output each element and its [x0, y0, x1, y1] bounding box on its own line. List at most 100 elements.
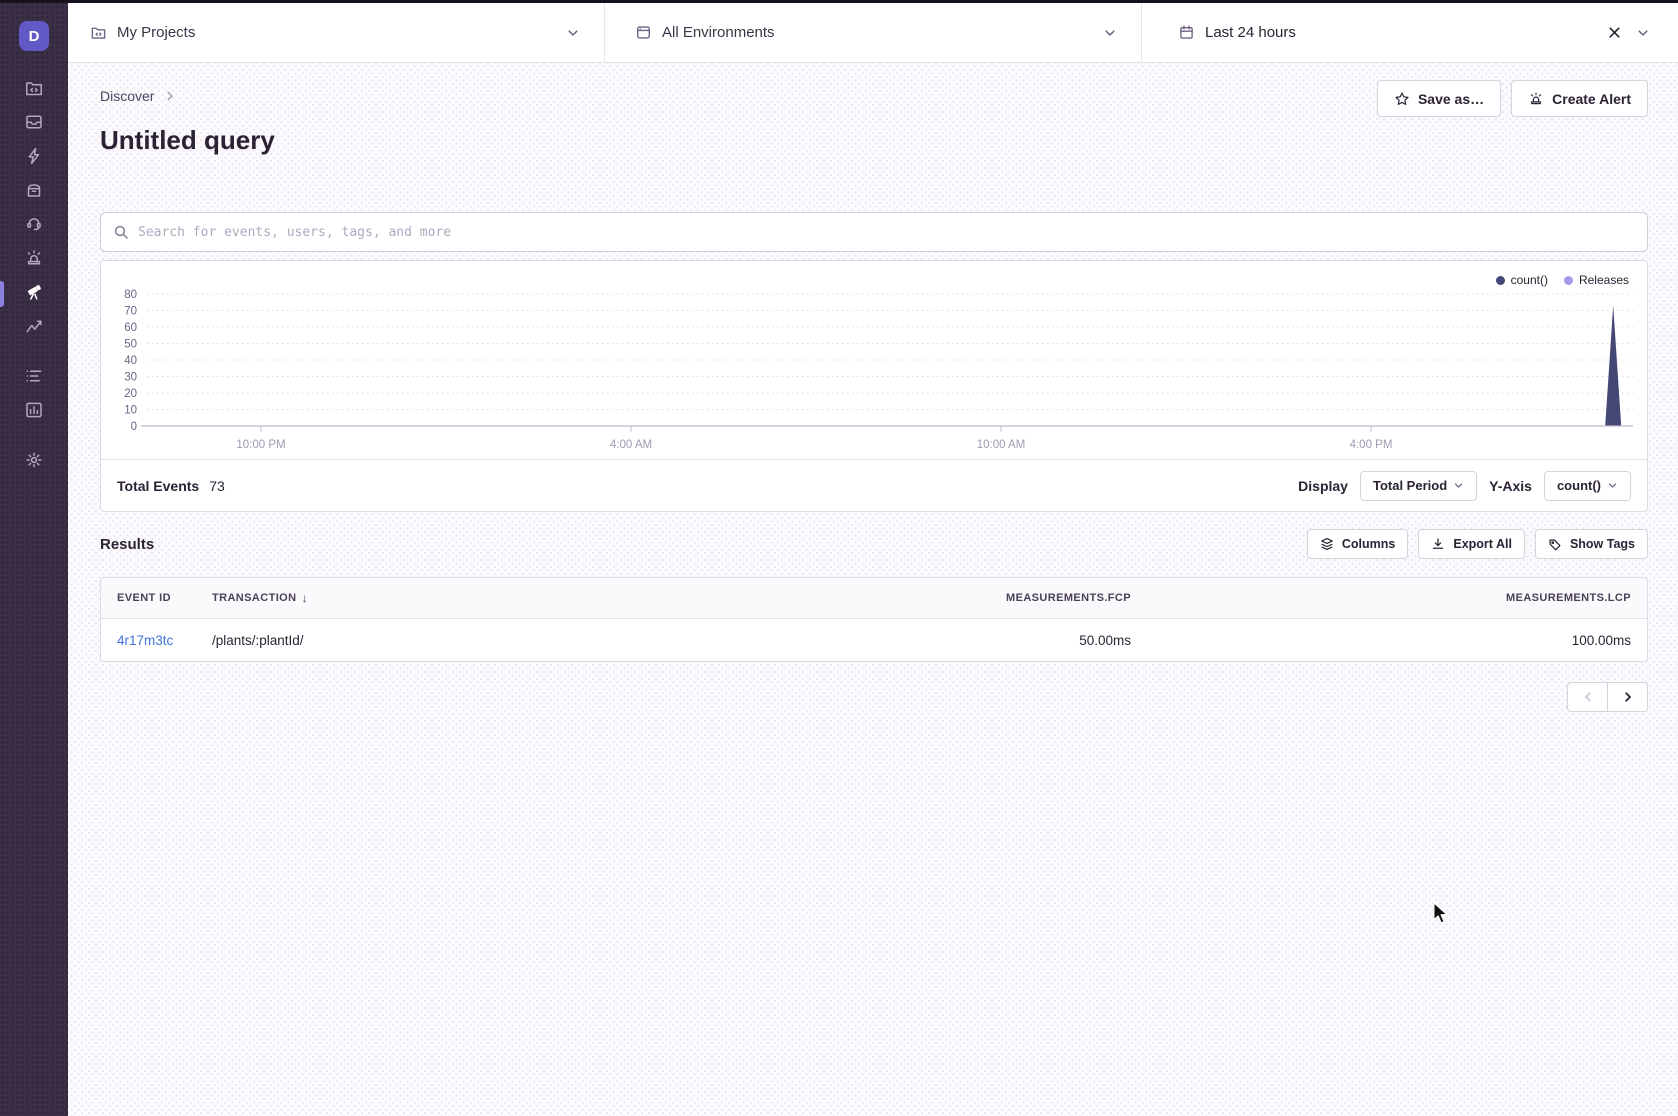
events-chart[interactable]: count() Releases [101, 261, 1647, 459]
org-avatar[interactable]: D [19, 21, 49, 51]
sidebar-item-alerts[interactable] [0, 243, 68, 277]
total-events-label: Total Events [117, 478, 199, 494]
event-id-link[interactable]: 4r17m3tc [117, 633, 173, 648]
download-icon [1431, 537, 1445, 551]
y-axis-value: count() [1557, 478, 1601, 493]
legend-count-label: count() [1511, 273, 1548, 287]
star-icon [1394, 91, 1410, 107]
export-all-button[interactable]: Export All [1418, 529, 1525, 559]
chart-legend: count() Releases [1496, 273, 1629, 287]
next-page-button[interactable] [1607, 682, 1648, 712]
alerts-siren-icon [24, 248, 44, 273]
create-alert-label: Create Alert [1552, 91, 1631, 107]
sidebar-item-stats[interactable] [0, 395, 68, 429]
sidebar-nav [0, 73, 68, 479]
sidebar-item-issues[interactable] [0, 107, 68, 141]
date-range-dropdown[interactable]: Last 24 hours [1142, 3, 1678, 62]
search-input[interactable] [138, 225, 1635, 240]
sidebar: D [0, 0, 68, 1116]
calendar-icon [1178, 24, 1195, 41]
fcp-cell: 50.00ms [667, 633, 1147, 648]
legend-releases-label: Releases [1579, 273, 1629, 287]
display-value: Total Period [1373, 478, 1447, 493]
transaction-cell: /plants/:plantId/ [196, 633, 667, 648]
chevron-down-icon [566, 26, 580, 40]
y-axis-label: Y-Axis [1489, 478, 1532, 494]
mouse-cursor [1433, 902, 1451, 931]
chevron-down-icon [1607, 480, 1618, 491]
export-all-label: Export All [1453, 537, 1512, 551]
clear-date-filter-icon[interactable] [1607, 25, 1622, 40]
performance-icon [24, 146, 44, 171]
chart-plot-svg: 80 70 60 50 40 30 20 10 0 [101, 261, 1647, 459]
y-tick-label: 0 [131, 421, 137, 433]
project-filter-label: My Projects [117, 24, 195, 41]
results-table-header: EVENT ID TRANSACTION ↓ MEASUREMENTS.FCP … [101, 578, 1647, 619]
active-nav-indicator [0, 281, 4, 307]
count-series-dot [1496, 276, 1505, 285]
breadcrumb: Discover [100, 88, 176, 104]
results-header: Results Columns Export All Show Tags [100, 529, 1648, 559]
column-header-event-id[interactable]: EVENT ID [101, 592, 196, 604]
query-title[interactable]: Untitled query [100, 125, 275, 156]
table-row: 4r17m3tc /plants/:plantId/ 50.00ms 100.0… [101, 619, 1647, 661]
legend-item-releases[interactable]: Releases [1564, 273, 1629, 287]
save-as-label: Save as… [1418, 91, 1484, 107]
issues-icon [24, 112, 44, 137]
chevron-down-icon [1453, 480, 1464, 491]
releases-series-dot [1564, 276, 1573, 285]
y-tick-label: 30 [124, 372, 137, 384]
sidebar-item-releases[interactable] [0, 175, 68, 209]
events-chart-card: count() Releases [100, 260, 1648, 512]
discover-telescope-icon [24, 282, 44, 307]
sidebar-item-performance[interactable] [0, 141, 68, 175]
create-alert-button[interactable]: Create Alert [1511, 80, 1648, 117]
dashboards-chart-icon [24, 316, 44, 341]
chevron-right-icon [164, 90, 176, 102]
y-tick-label: 70 [124, 306, 137, 318]
legend-item-count[interactable]: count() [1496, 273, 1548, 287]
pagination [1567, 682, 1648, 712]
results-table: EVENT ID TRANSACTION ↓ MEASUREMENTS.FCP … [100, 577, 1648, 662]
environment-filter-dropdown[interactable]: All Environments [605, 3, 1142, 62]
breadcrumb-discover-link[interactable]: Discover [100, 88, 154, 104]
sidebar-item-activity[interactable] [0, 361, 68, 395]
results-heading: Results [100, 536, 154, 553]
y-tick-label: 40 [124, 355, 137, 367]
sort-desc-icon: ↓ [301, 591, 307, 605]
x-tick-label: 4:00 PM [1350, 439, 1393, 451]
chevron-down-icon [1103, 26, 1117, 40]
sidebar-item-projects[interactable] [0, 73, 68, 107]
columns-button[interactable]: Columns [1307, 529, 1408, 559]
y-axis-dropdown[interactable]: count() [1544, 471, 1631, 501]
y-tick-label: 50 [124, 339, 137, 351]
sidebar-item-feedback[interactable] [0, 209, 68, 243]
projects-icon [90, 24, 107, 41]
show-tags-button[interactable]: Show Tags [1535, 529, 1648, 559]
header-actions: Save as… Create Alert [1377, 80, 1648, 117]
column-header-measurements-fcp[interactable]: MEASUREMENTS.FCP [667, 592, 1147, 604]
count-series-area [1605, 306, 1621, 427]
sidebar-item-dashboards[interactable] [0, 311, 68, 345]
save-as-button[interactable]: Save as… [1377, 80, 1501, 117]
window-top-edge [0, 0, 1678, 3]
y-tick-label: 80 [124, 289, 137, 301]
previous-page-button[interactable] [1567, 682, 1608, 712]
chart-footer: Total Events 73 Display Total Period Y-A… [101, 459, 1647, 511]
main-content: Discover Untitled query Save as… Create … [68, 63, 1678, 1116]
sidebar-item-settings[interactable] [0, 445, 68, 479]
activity-list-icon [24, 366, 44, 391]
project-filter-dropdown[interactable]: My Projects [68, 3, 605, 62]
column-header-transaction[interactable]: TRANSACTION ↓ [196, 591, 667, 605]
x-tick-label: 10:00 AM [977, 439, 1026, 451]
column-header-measurements-lcp[interactable]: MEASUREMENTS.LCP [1147, 592, 1647, 604]
feedback-icon [24, 214, 44, 239]
releases-icon [24, 180, 44, 205]
sidebar-item-discover[interactable] [0, 277, 68, 311]
chevron-down-icon [1636, 26, 1650, 40]
stats-bars-icon [24, 400, 44, 425]
x-tick-label: 4:00 AM [610, 439, 652, 451]
y-tick-label: 60 [124, 322, 137, 334]
environment-filter-label: All Environments [662, 24, 775, 41]
display-dropdown[interactable]: Total Period [1360, 471, 1477, 501]
